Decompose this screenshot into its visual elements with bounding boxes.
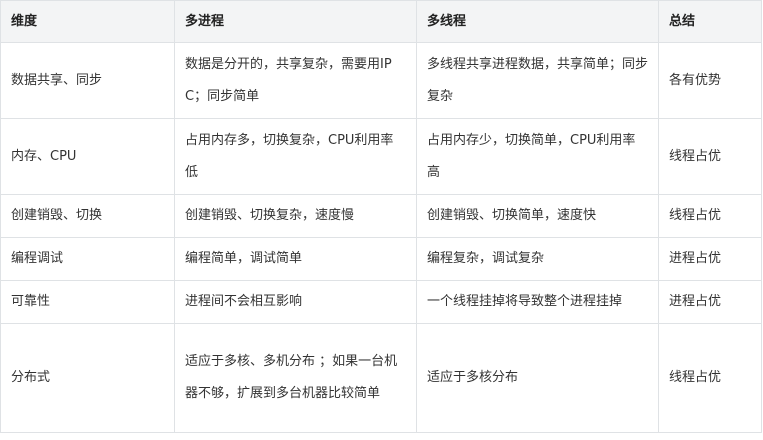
header-summary: 总结	[658, 0, 762, 43]
cell-summary: 各有优势	[658, 42, 762, 119]
cell-multiprocess: 适应于多核、多机分布 ；如果一台机器不够，扩展到多台机器比较简单	[174, 323, 417, 433]
cell-multiprocess: 创建销毁、切换复杂，速度慢	[174, 194, 417, 238]
header-multiprocess: 多进程	[174, 0, 417, 43]
cell-multithread: 创建销毁、切换简单，速度快	[416, 194, 659, 238]
comparison-table: 维度 多进程 多线程 总结 数据共享、同步 数据是分开的，共享复杂，需要用IPC…	[0, 0, 762, 433]
cell-dimension: 创建销毁、切换	[0, 194, 175, 238]
cell-multiprocess: 数据是分开的，共享复杂，需要用IPC；同步简单	[174, 42, 417, 119]
header-multithread: 多线程	[416, 0, 659, 43]
cell-summary: 进程占优	[658, 237, 762, 281]
cell-multithread: 占用内存少，切换简单，CPU利用率高	[416, 118, 659, 195]
cell-multithread: 适应于多核分布	[416, 323, 659, 433]
cell-dimension: 可靠性	[0, 280, 175, 324]
cell-summary: 线程占优	[658, 118, 762, 195]
cell-summary: 线程占优	[658, 194, 762, 238]
cell-multithread: 编程复杂，调试复杂	[416, 237, 659, 281]
cell-multiprocess: 进程间不会相互影响	[174, 280, 417, 324]
table-row: 创建销毁、切换 创建销毁、切换复杂，速度慢 创建销毁、切换简单，速度快 线程占优	[0, 194, 762, 238]
table-row: 内存、CPU 占用内存多，切换复杂，CPU利用率低 占用内存少，切换简单，CPU…	[0, 118, 762, 195]
table-row: 可靠性 进程间不会相互影响 一个线程挂掉将导致整个进程挂掉 进程占优	[0, 280, 762, 324]
cell-multithread: 一个线程挂掉将导致整个进程挂掉	[416, 280, 659, 324]
cell-dimension: 数据共享、同步	[0, 42, 175, 119]
header-dimension: 维度	[0, 0, 175, 43]
cell-dimension: 编程调试	[0, 237, 175, 281]
cell-multiprocess: 编程简单，调试简单	[174, 237, 417, 281]
table-row: 分布式 适应于多核、多机分布 ；如果一台机器不够，扩展到多台机器比较简单 适应于…	[0, 323, 762, 433]
cell-summary: 线程占优	[658, 323, 762, 433]
table-header-row: 维度 多进程 多线程 总结	[0, 0, 762, 43]
cell-multiprocess: 占用内存多，切换复杂，CPU利用率低	[174, 118, 417, 195]
cell-multithread: 多线程共享进程数据，共享简单；同步复杂	[416, 42, 659, 119]
cell-dimension: 内存、CPU	[0, 118, 175, 195]
cell-summary: 进程占优	[658, 280, 762, 324]
cell-dimension: 分布式	[0, 323, 175, 433]
table-row: 编程调试 编程简单，调试简单 编程复杂，调试复杂 进程占优	[0, 237, 762, 281]
table-row: 数据共享、同步 数据是分开的，共享复杂，需要用IPC；同步简单 多线程共享进程数…	[0, 42, 762, 119]
